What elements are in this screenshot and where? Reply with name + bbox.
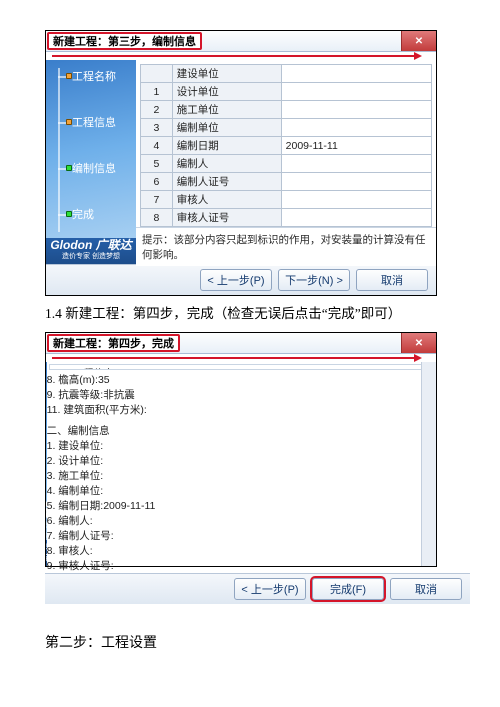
summary-heading-2: 二、编制信息 xyxy=(47,423,436,438)
summary-line: 11. 建筑面积(平方米): xyxy=(47,402,436,417)
summary-panel: 一、工程信息 1. 工程类别: 2. 项目代号: 3. 结构类型:框架结构 4.… xyxy=(49,364,434,370)
summary-line: 2. 设计单位: xyxy=(47,453,436,468)
annotation-arrow xyxy=(46,354,436,362)
summary-line: 5. 编制日期:2009-11-11 xyxy=(47,498,436,513)
sidebar-item-info[interactable]: 工程信息 xyxy=(54,114,116,130)
field-jsdw[interactable] xyxy=(281,65,431,83)
button-bar: < 上一步(P) 完成(F) 取消 xyxy=(45,573,470,604)
button-bar: < 上一步(P) 下一步(N) > 取消 xyxy=(46,264,436,295)
scrollbar[interactable] xyxy=(421,362,436,566)
summary-line: 4. 编制单位: xyxy=(47,483,436,498)
titlebar: 新建工程：第四步，完成 ✕ xyxy=(46,333,436,354)
summary-line: 9. 抗震等级:非抗震 xyxy=(47,387,436,402)
titlebar: 新建工程：第三步，编制信息 ✕ xyxy=(46,31,436,52)
cancel-button[interactable]: 取消 xyxy=(390,578,462,600)
summary-heading-1: 一、工程信息 xyxy=(54,369,429,370)
prev-button[interactable]: < 上一步(P) xyxy=(234,578,306,600)
summary-line: 7. 编制人证号: xyxy=(47,528,436,543)
field-sgdw[interactable] xyxy=(281,101,431,119)
summary-line: 6. 编制人: xyxy=(47,513,436,528)
field-sjdw[interactable] xyxy=(281,83,431,101)
wizard-sidebar: 工程名称 工程信息 编制信息 完成 Glodon 广联达 造价专家 创造梦想 xyxy=(46,60,136,264)
field-shrzh[interactable] xyxy=(281,209,431,227)
field-bzdw[interactable] xyxy=(281,119,431,137)
field-date[interactable]: 2009-11-11 xyxy=(281,137,431,155)
wizard-step3-dialog: 新建工程：第三步，编制信息 ✕ 工程名称 工程信息 编制信息 完成 Glodon… xyxy=(45,30,437,296)
summary-line: 9. 审核人证号: xyxy=(47,558,436,573)
field-shr[interactable] xyxy=(281,191,431,209)
compile-info-table: 建设单位 1设计单位 2施工单位 3编制单位 4编制日期2009-11-11 5… xyxy=(140,64,432,227)
summary-line: 8. 檐高(m):35 xyxy=(47,372,436,387)
close-icon[interactable]: ✕ xyxy=(401,31,436,51)
sidebar-item-compile[interactable]: 编制信息 xyxy=(54,160,116,176)
brand-logo: Glodon 广联达 造价专家 创造梦想 xyxy=(46,238,136,264)
field-bzrzh[interactable] xyxy=(281,173,431,191)
dialog-title: 新建工程：第三步，编制信息 xyxy=(47,32,202,50)
cancel-button[interactable]: 取消 xyxy=(356,269,428,291)
sidebar-item-name[interactable]: 工程名称 xyxy=(54,68,116,84)
caption-1-4: 1.4 新建工程：第四步，完成（检查无误后点击“完成”即可） xyxy=(45,302,470,322)
prev-button[interactable]: < 上一步(P) xyxy=(200,269,272,291)
section-heading-2: 第二步：工程设置 xyxy=(45,632,470,652)
summary-line: 3. 施工单位: xyxy=(47,468,436,483)
main-panel: 建设单位 1设计单位 2施工单位 3编制单位 4编制日期2009-11-11 5… xyxy=(136,60,436,264)
hint-text: 提示：该部分内容只起到标识的作用，对安装量的计算没有任何影响。 xyxy=(136,227,436,266)
summary-line: 1. 建设单位: xyxy=(47,438,436,453)
dialog-title: 新建工程：第四步，完成 xyxy=(47,334,180,352)
next-button[interactable]: 下一步(N) > xyxy=(278,269,350,291)
main-panel: 一、工程信息 1. 工程类别: 2. 项目代号: 3. 结构类型:框架结构 4.… xyxy=(47,362,436,566)
sidebar-item-finish[interactable]: 完成 xyxy=(54,206,94,222)
finish-button[interactable]: 完成(F) xyxy=(312,578,384,600)
field-bzr[interactable] xyxy=(281,155,431,173)
annotation-arrow xyxy=(46,52,436,60)
wizard-step4-dialog: ↖ 新建工程：第四步，完成 ✕ 工程名称 工程信息 编制信息 完成 Glodon… xyxy=(45,332,437,567)
close-icon[interactable]: ✕ xyxy=(401,333,436,353)
summary-line: 8. 审核人: xyxy=(47,543,436,558)
